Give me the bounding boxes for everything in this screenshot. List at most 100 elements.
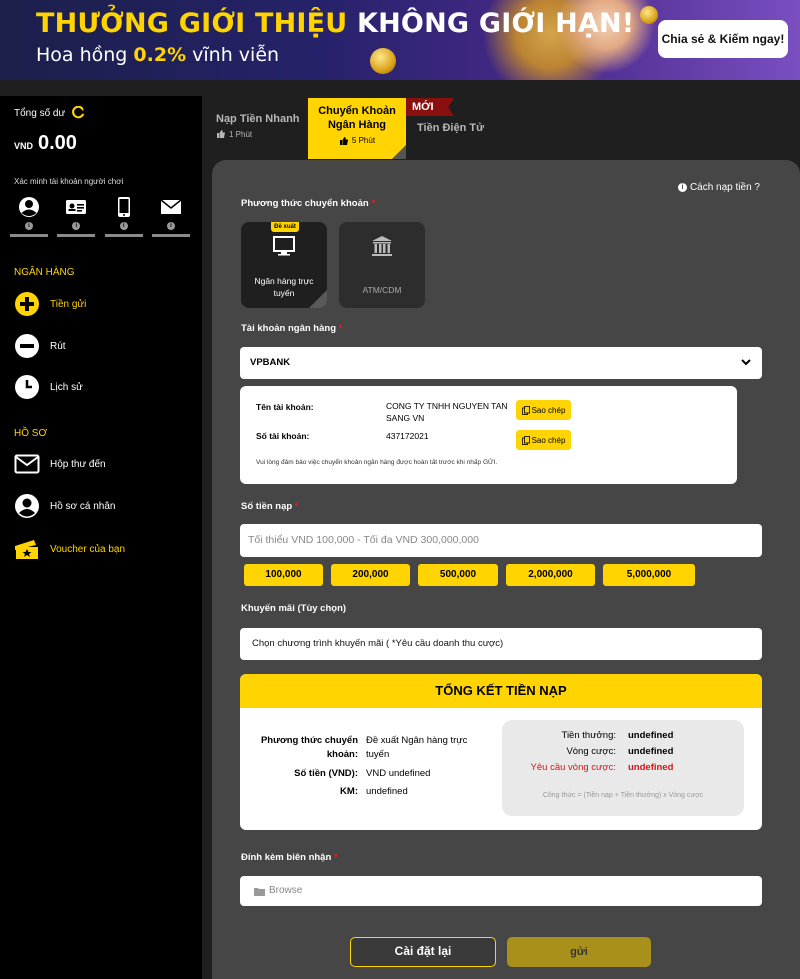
tab-label: Chuyển Khoản Ngân Hàng	[318, 105, 396, 131]
sidebar-item-label: Hồ sơ cá nhân	[50, 500, 116, 512]
profile-icon	[14, 493, 40, 519]
copy-icon	[521, 405, 530, 415]
tab-bank-transfer[interactable]: Chuyển Khoản Ngân Hàng 5 Phút	[308, 98, 406, 159]
rounds-value: undefined	[628, 746, 674, 757]
copy-account-name-button[interactable]: Sao chép	[516, 400, 571, 420]
sidebar-item-voucher[interactable]: Voucher của bạn	[14, 536, 125, 562]
summary-km-key: KM:	[340, 786, 358, 797]
rounds-key: Vòng cược:	[566, 746, 616, 757]
method-online-banking[interactable]: Đề xuất Ngân hàng trực tuyến	[241, 222, 327, 308]
promo-banner[interactable]: THƯỞNG GIỚI THIỆU KHÔNG GIỚI HẠN! Hoa hồ…	[0, 0, 800, 80]
tab-label: Nạp Tiền Nhanh	[216, 113, 300, 125]
requirement-value: undefined	[628, 762, 674, 773]
tab-label: Tiền Điện Tử	[417, 122, 485, 134]
selected-check-icon	[392, 145, 406, 159]
verify-label: Xác minh tài khoản người chơi	[14, 177, 124, 186]
share-earn-button[interactable]: Chia sẻ & Kiếm ngay!	[658, 20, 788, 58]
howto-link[interactable]: i Cách nạp tiền ?	[677, 182, 760, 193]
verify-user[interactable]: i	[10, 196, 48, 237]
sidebar-item-profile[interactable]: Hồ sơ cá nhân	[14, 493, 115, 519]
verify-phone[interactable]: i	[104, 196, 143, 237]
formula-text: Công thức = (Tiền nạp + Tiền thưởng) x V…	[542, 792, 704, 799]
info-icon: i	[677, 183, 687, 192]
summary-amount-value: VND undefined	[366, 768, 431, 779]
coin-icon	[370, 48, 396, 74]
clock-icon	[14, 374, 40, 400]
bonus-value: undefined	[628, 730, 674, 741]
tab-crypto[interactable]: Tiền Điện Tử	[417, 122, 484, 134]
method-atm[interactable]: ATM/CDM	[339, 222, 425, 308]
sidebar-item-label: Voucher của bạn	[50, 543, 126, 555]
user-icon	[19, 197, 39, 217]
sidebar-item-label: Hộp thư đến	[50, 458, 106, 470]
sidebar-item-label: Lịch sử	[50, 381, 83, 393]
bank-select[interactable]: VPBANK	[240, 347, 762, 379]
bank-account-details: Tên tài khoản: CONG TY TNHH NGUYEN TAN S…	[240, 386, 737, 484]
verify-bar	[104, 234, 143, 237]
currency-label: VND	[14, 141, 34, 151]
summary-amount-key: Số tiền (VND):	[294, 768, 358, 779]
bonus-key: Tiền thưởng:	[561, 730, 617, 741]
account-name-value: CONG TY TNHH NGUYEN TAN SANG VN	[386, 401, 508, 423]
account-number-key: Số tài khoản:	[256, 431, 310, 441]
promo-select[interactable]: Chọn chương trình khuyến mãi ( *Yêu cầu …	[240, 628, 762, 660]
bank-icon	[372, 236, 392, 256]
coin-icon	[640, 6, 658, 24]
bank-account-label: Tài khoản ngân hàng *	[241, 323, 343, 334]
bank-section-title: NGÂN HÀNG	[14, 267, 75, 278]
thumbs-up-icon	[339, 137, 348, 145]
method-label-text: ATM/CDM	[362, 285, 402, 295]
reset-button[interactable]: Cài đặt lại	[350, 937, 496, 967]
attach-label: Đính kèm biên nhận *	[241, 852, 338, 863]
chevron-down-icon	[741, 359, 751, 366]
selected-check-icon	[309, 290, 327, 308]
summary-km-value: undefined	[366, 786, 408, 797]
envelope-icon	[14, 451, 40, 477]
verify-bar	[10, 234, 48, 237]
plus-circle-icon	[14, 291, 40, 317]
sidebar-item-label: Tiền gửi	[50, 298, 87, 310]
browse-receipt-input[interactable]: Browse	[240, 876, 762, 906]
banner-subtitle: Hoa hồng 0.2% vĩnh viễn	[36, 44, 280, 66]
balance-amount: 0.00	[38, 132, 77, 154]
new-badge: MỚI	[406, 98, 454, 116]
quick-amount-button[interactable]: 100,000	[244, 564, 323, 586]
sidebar-item-inbox[interactable]: Hộp thư đến	[14, 451, 106, 477]
tab-fast-deposit[interactable]: Nạp Tiền Nhanh 1 Phút	[216, 113, 300, 139]
verify-row: i i i i	[10, 196, 190, 237]
amount-input[interactable]: Tối thiểu VND 100,000 - Tối đa VND 300,0…	[240, 524, 762, 557]
deposit-panel: i Cách nạp tiền ? Phương thức chuyển kho…	[212, 160, 800, 979]
id-card-icon	[66, 200, 87, 214]
info-icon: i	[72, 222, 81, 230]
sidebar: Tổng số dư VND 0.00 Xác minh tài khoản n…	[0, 96, 202, 979]
ticket-icon	[14, 536, 40, 562]
summary-title: TỔNG KẾT TIỀN NẠP	[240, 674, 762, 708]
info-icon: i	[119, 222, 128, 230]
verify-id[interactable]: i	[57, 196, 96, 237]
sidebar-item-withdraw[interactable]: Rút	[14, 333, 66, 359]
quick-amount-button[interactable]: 5,000,000	[603, 564, 695, 586]
info-icon: i	[166, 222, 175, 230]
refresh-icon[interactable]	[71, 106, 85, 120]
promo-label: Khuyến mãi (Tùy chọn)	[241, 603, 347, 614]
phone-icon	[117, 197, 130, 217]
minus-circle-icon	[14, 333, 40, 359]
summary-method-key: Phương thức chuyển khoản:	[260, 735, 358, 760]
quick-amount-button[interactable]: 200,000	[331, 564, 410, 586]
deposit-summary: TỔNG KẾT TIỀN NẠP Phương thức chuyển kho…	[240, 674, 762, 830]
copy-account-number-button[interactable]: Sao chép	[516, 430, 571, 450]
sidebar-item-deposit[interactable]: Tiền gửi	[14, 291, 86, 317]
sidebar-item-history[interactable]: Lịch sử	[14, 374, 83, 400]
bonus-summary-box: Tiền thưởng: undefined Vòng cược: undefi…	[502, 720, 744, 816]
banner-headline: THƯỞNG GIỚI THIỆU KHÔNG GIỚI HẠN!	[36, 8, 635, 39]
mail-icon	[160, 199, 182, 214]
transfer-note: Vui lòng đảm bảo việc chuyển khoản ngân …	[256, 459, 498, 466]
copy-icon	[521, 435, 530, 445]
balance-label: Tổng số dư	[14, 108, 66, 119]
verify-mail[interactable]: i	[151, 196, 190, 237]
tab-duration: 1 Phút	[216, 129, 300, 139]
submit-button[interactable]: gửi	[507, 937, 651, 967]
summary-method-value: Đề xuất Ngân hàng trực tuyến	[366, 735, 468, 760]
quick-amount-button[interactable]: 500,000	[418, 564, 498, 586]
quick-amount-button[interactable]: 2,000,000	[506, 564, 595, 586]
